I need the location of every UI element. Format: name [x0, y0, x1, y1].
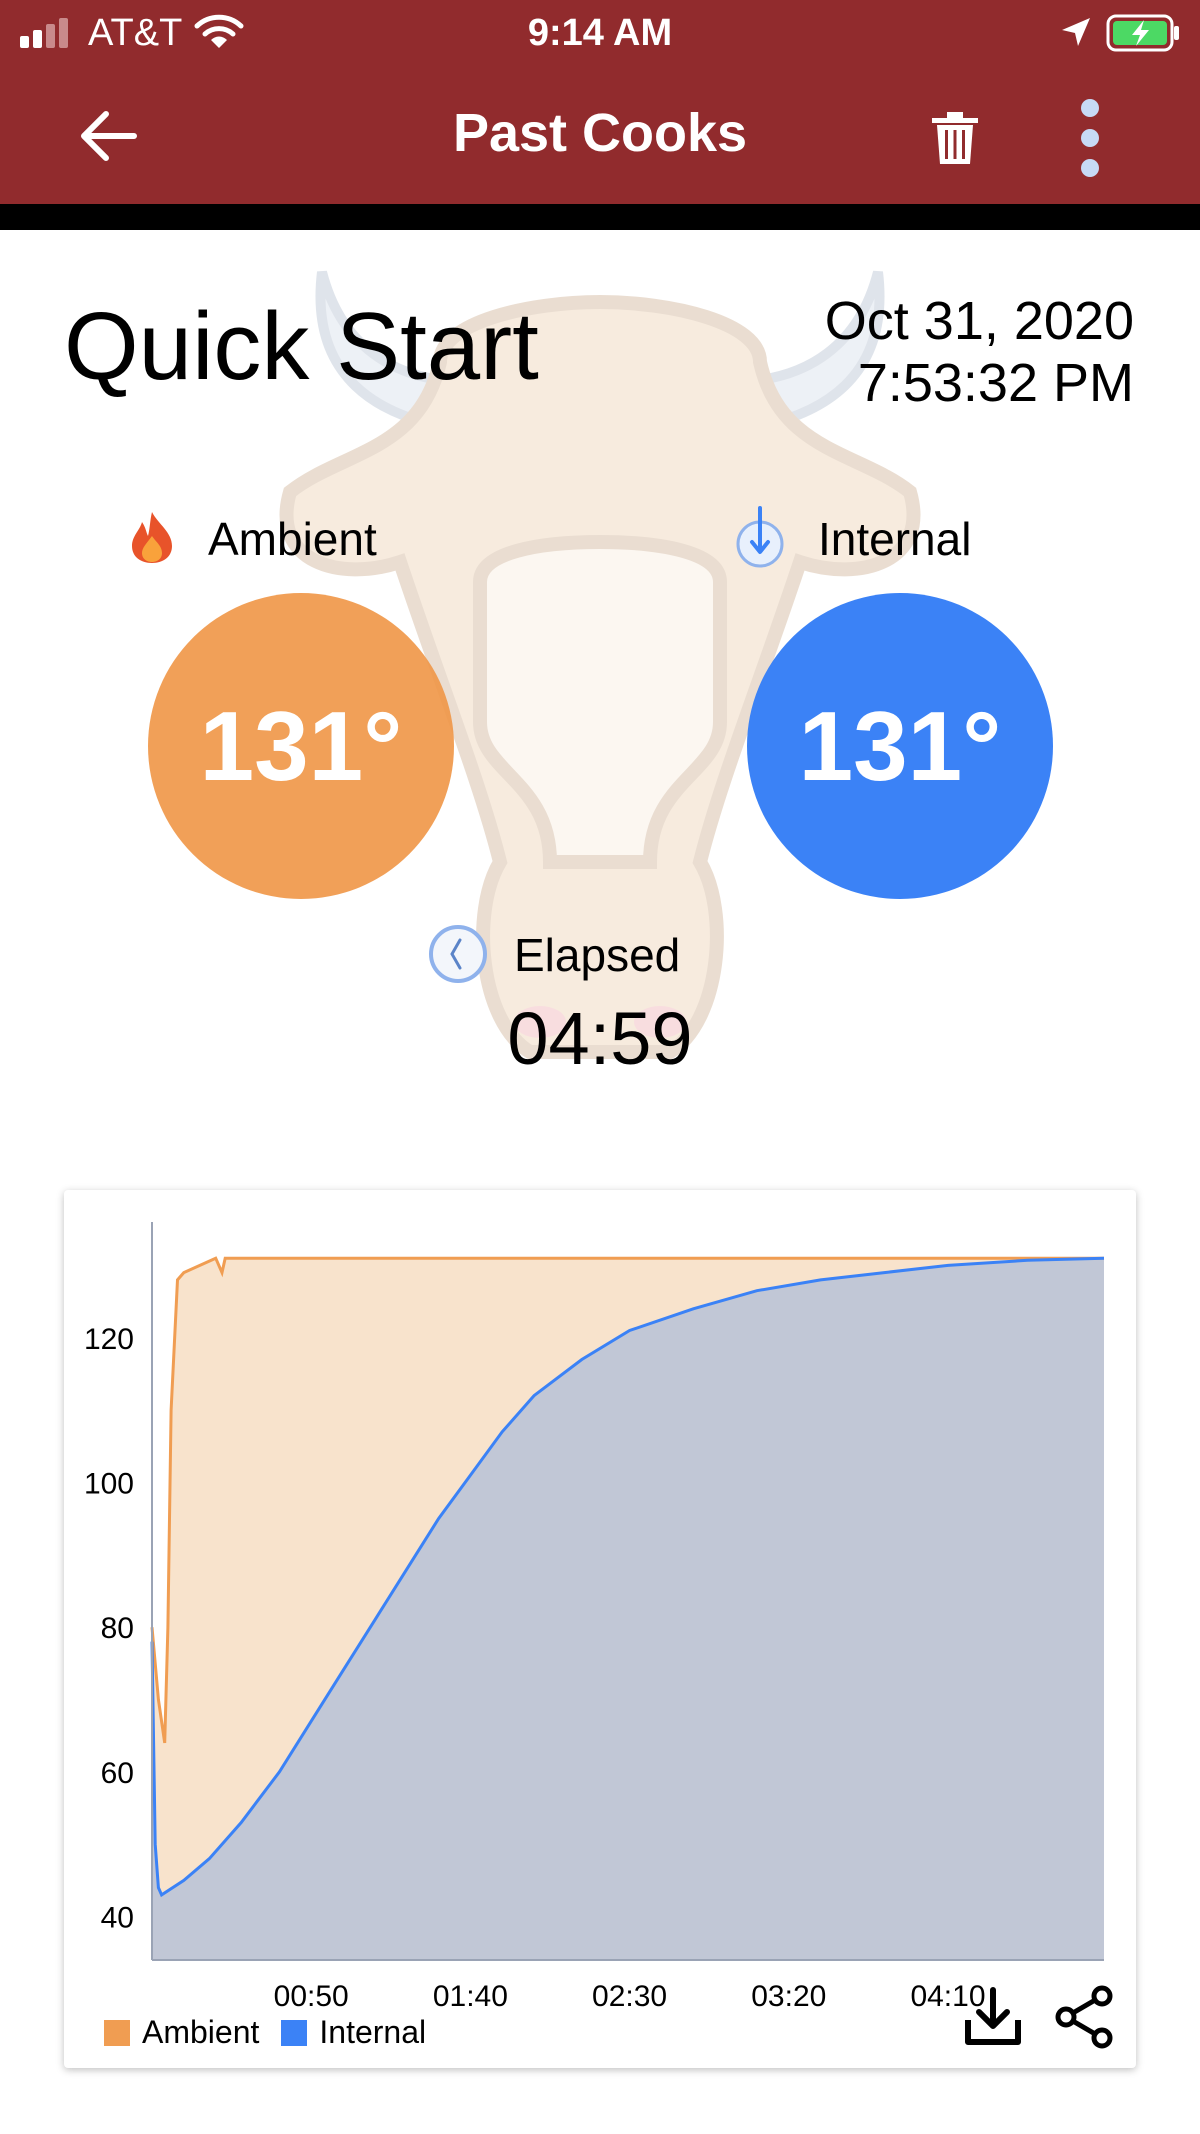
share-icon[interactable] — [1052, 1984, 1116, 2050]
x-tick-label: 01:40 — [433, 1980, 508, 2013]
x-tick-label: 03:20 — [751, 1980, 826, 2013]
y-tick-label: 120 — [84, 1323, 134, 1356]
y-tick-label: 40 — [101, 1902, 134, 1935]
legend-label-internal: Internal — [319, 2014, 427, 2050]
legend-label-ambient: Ambient — [142, 2014, 260, 2050]
y-tick-label: 100 — [84, 1467, 134, 1500]
x-tick-label: 02:30 — [592, 1980, 667, 2013]
x-tick-label: 00:50 — [274, 1980, 349, 2013]
y-tick-label: 60 — [101, 1757, 134, 1790]
legend-swatch-ambient — [104, 2019, 130, 2046]
legend-swatch-internal — [281, 2019, 308, 2046]
chart-legend: Ambient Internal — [104, 2014, 426, 2051]
temperature-chart: 406080100120 00:50 01:40 02:30 03:20 04:10 — [84, 1222, 1105, 2013]
download-icon[interactable] — [962, 1986, 1024, 2048]
y-tick-label: 80 — [101, 1612, 134, 1645]
